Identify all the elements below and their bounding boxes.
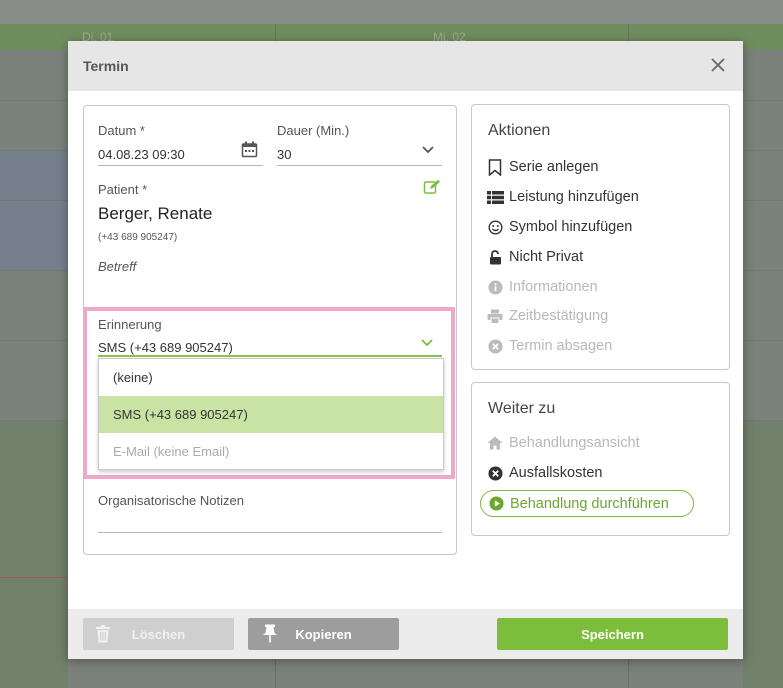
- org-notes-field[interactable]: [98, 532, 442, 533]
- calendar-appointment-block: [0, 150, 68, 270]
- calendar-icon[interactable]: [241, 141, 258, 158]
- date-underline: [98, 165, 263, 166]
- action-add-service[interactable]: Leistung hinzufügen: [486, 189, 639, 205]
- goto-label: Ausfallskosten: [509, 465, 603, 481]
- reminder-dropdown: (keine) SMS (+43 689 905247) E-Mail (kei…: [98, 358, 444, 470]
- dialog-header: Termin: [68, 41, 743, 91]
- reminder-underline: [98, 355, 442, 357]
- pin-icon: [263, 624, 277, 643]
- cancel-circle-icon: [486, 338, 504, 354]
- smiley-icon: [486, 219, 504, 235]
- reminder-option-none[interactable]: (keine): [99, 359, 443, 396]
- action-create-series[interactable]: Serie anlegen: [486, 158, 599, 176]
- date-input[interactable]: 04.08.23 09:30: [98, 147, 185, 162]
- action-label: Informationen: [509, 279, 598, 295]
- duration-label: Dauer (Min.): [277, 123, 350, 138]
- action-label: Zeitbestätigung: [509, 308, 609, 324]
- goto-treatment-view[interactable]: Behandlungsansicht: [486, 435, 640, 451]
- dialog-footer: Löschen Kopieren Speichern: [68, 609, 743, 659]
- duration-select[interactable]: 30: [277, 147, 291, 162]
- reminder-label: Erinnerung: [98, 317, 162, 332]
- org-notes-label: Organisatorische Notizen: [98, 493, 244, 508]
- delete-label: Löschen: [131, 626, 186, 642]
- dialog-title: Termin: [83, 58, 129, 74]
- action-label: Termin absagen: [509, 338, 613, 354]
- copy-label: Kopieren: [295, 626, 352, 642]
- close-icon: [711, 58, 725, 72]
- calendar-appointment-block: [743, 420, 783, 688]
- patient-phone: (+43 689 905247): [98, 232, 178, 243]
- info-icon: [486, 279, 504, 295]
- actions-title: Aktionen: [488, 122, 551, 139]
- trash-icon: [96, 625, 110, 643]
- action-add-symbol[interactable]: Symbol hinzufügen: [486, 219, 632, 235]
- patient-name[interactable]: Berger, Renate: [98, 204, 212, 224]
- duration-underline: [277, 165, 442, 166]
- subject-field[interactable]: Betreff: [98, 259, 136, 274]
- chevron-down-icon[interactable]: [421, 145, 435, 155]
- play-circle-icon: [489, 496, 505, 512]
- goto-cancellation-costs[interactable]: Ausfallskosten: [486, 465, 603, 481]
- reminder-option-sms[interactable]: SMS (+43 689 905247): [99, 396, 443, 433]
- action-not-private[interactable]: Nicht Privat: [486, 249, 583, 265]
- home-icon: [486, 435, 504, 451]
- action-label: Serie anlegen: [509, 159, 599, 175]
- edit-icon[interactable]: [423, 179, 441, 195]
- action-time-confirmation[interactable]: Zeitbestätigung: [486, 308, 608, 324]
- goto-panel: Weiter zu Behandlungsansicht Ausfallskos…: [471, 382, 730, 536]
- goto-title: Weiter zu: [488, 400, 556, 417]
- action-cancel-appointment[interactable]: Termin absagen: [486, 338, 612, 354]
- x-circle-icon: [486, 465, 504, 481]
- patient-label: Patient *: [98, 182, 148, 197]
- start-treatment-label: Behandlung durchführen: [510, 495, 669, 512]
- action-information[interactable]: Informationen: [486, 279, 598, 295]
- current-time-indicator: [0, 577, 70, 578]
- goto-label: Behandlungsansicht: [509, 435, 640, 451]
- save-label: Speichern: [581, 626, 644, 642]
- action-label: Nicht Privat: [509, 249, 584, 265]
- actions-panel: Aktionen Serie anlegen Leistung hinzufüg…: [471, 104, 730, 370]
- action-label: Symbol hinzufügen: [509, 219, 633, 235]
- unlock-icon: [486, 249, 504, 265]
- list-icon: [486, 189, 504, 205]
- start-treatment-button[interactable]: Behandlung durchführen: [480, 490, 694, 517]
- bookmark-icon: [486, 158, 504, 176]
- reminder-select[interactable]: SMS (+43 689 905247): [98, 340, 233, 355]
- chevron-down-icon[interactable]: [420, 338, 434, 348]
- delete-button[interactable]: Löschen: [83, 618, 234, 650]
- print-icon: [486, 308, 504, 324]
- date-label: Datum *: [98, 123, 145, 138]
- close-button[interactable]: [709, 56, 727, 74]
- save-button[interactable]: Speichern: [497, 618, 728, 650]
- reminder-option-email: E-Mail (keine Email): [113, 444, 230, 459]
- calendar-topbar: [0, 0, 783, 24]
- copy-button[interactable]: Kopieren: [248, 618, 399, 650]
- action-label: Leistung hinzufügen: [509, 189, 639, 205]
- calendar-appointment-block: [0, 420, 68, 688]
